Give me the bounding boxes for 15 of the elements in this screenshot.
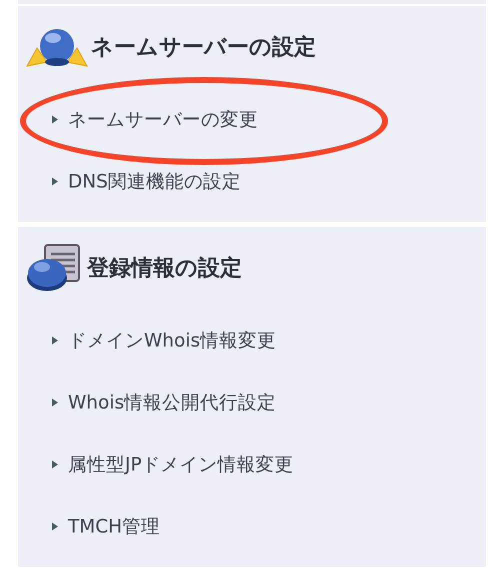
bullet-icon: [52, 177, 58, 185]
bullet-icon: [52, 115, 58, 123]
menu-link[interactable]: TMCH管理: [52, 514, 160, 538]
menu-link[interactable]: Whois情報公開代行設定: [52, 390, 276, 414]
bullet-icon: [52, 398, 58, 406]
section-title: ネームサーバーの設定: [91, 34, 316, 62]
menu-link[interactable]: ネームサーバーの変更: [52, 106, 258, 132]
globe-icon: [25, 26, 89, 68]
bullet-icon: [52, 336, 58, 344]
menu-link[interactable]: 属性型JPドメイン情報変更: [52, 452, 294, 476]
section-title: 登録情報の設定: [87, 254, 242, 283]
menu-link[interactable]: ドメインWhois情報変更: [52, 328, 276, 352]
menu-link[interactable]: DNS関連機能の設定: [52, 168, 241, 194]
bullet-icon: [52, 460, 58, 468]
bullet-icon: [52, 522, 58, 530]
